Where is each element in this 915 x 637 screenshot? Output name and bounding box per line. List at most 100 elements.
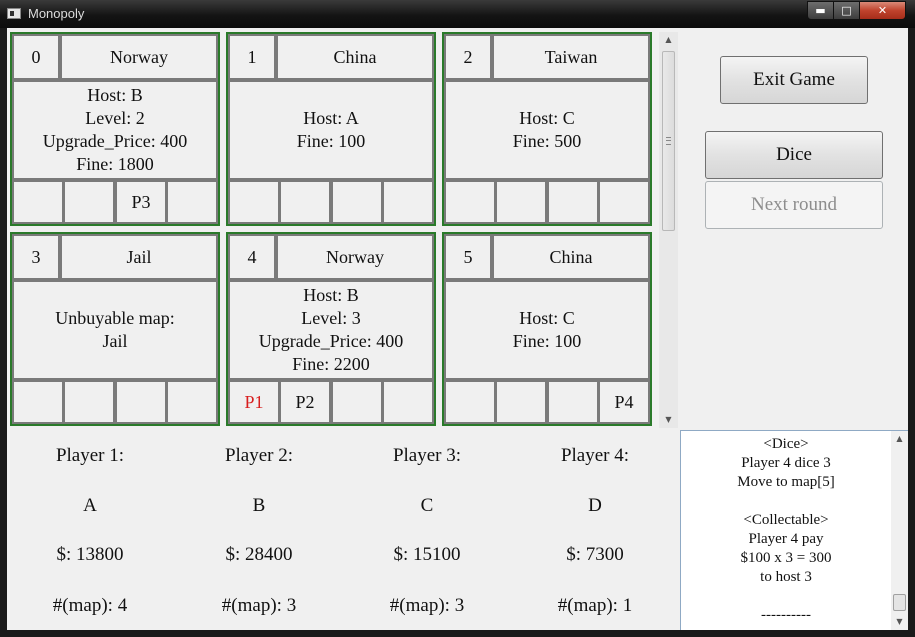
- tile-info-line: Fine: 100: [512, 331, 582, 351]
- next-round-button[interactable]: Next round: [705, 181, 883, 229]
- tile-info-line: Fine: 100: [296, 131, 366, 151]
- player-slot: [547, 380, 599, 424]
- map-tile: 5 China Host: C Fine: 100 P4: [442, 232, 652, 426]
- player-label: Player 2:: [224, 445, 294, 466]
- window-frame-bottom: [0, 630, 915, 637]
- player-slot: [279, 180, 331, 224]
- tile-index: 1: [228, 34, 276, 80]
- player-money: $: 15100: [393, 544, 461, 565]
- tile-info: Host: C Fine: 100: [444, 280, 650, 380]
- map-tile: 1 China Host: A Fine: 100: [226, 32, 436, 226]
- player-name: B: [252, 495, 266, 516]
- tile-name: China: [492, 234, 650, 280]
- tile-name: Norway: [60, 34, 218, 80]
- player-slot: [63, 380, 115, 424]
- maximize-button[interactable]: □: [833, 1, 860, 20]
- log-line: Player 4 pay: [748, 531, 824, 547]
- log-line: <Dice>: [763, 436, 809, 452]
- player-slot: [228, 180, 280, 224]
- players-panel: Player 1: A $: 13800 #(map): 4 Player 2:…: [7, 430, 679, 630]
- tile-index: 3: [12, 234, 60, 280]
- player-slot: [598, 180, 650, 224]
- player-slot: [382, 180, 434, 224]
- tile-info-line: Host: C: [519, 108, 575, 128]
- player-slot: [12, 180, 64, 224]
- tile-info-line: Fine: 1800: [76, 154, 154, 174]
- player-name: C: [420, 495, 434, 516]
- tile-info-line: Host: B: [87, 85, 143, 105]
- player-slot: [115, 380, 167, 424]
- tile-index: 2: [444, 34, 492, 80]
- dice-button[interactable]: Dice: [705, 131, 883, 179]
- tile-index: 0: [12, 34, 60, 80]
- player-info: Player 4: D $: 7300 #(map): 1: [515, 430, 675, 630]
- tile-name: China: [276, 34, 434, 80]
- scroll-down-arrow-icon[interactable]: ▼: [891, 614, 908, 630]
- tile-info-line: Fine: 500: [512, 131, 582, 151]
- scroll-thumb[interactable]: [893, 594, 906, 611]
- tile-info-line: Unbuyable map:: [55, 308, 175, 328]
- minimize-button[interactable]: ▬: [807, 1, 834, 20]
- player-map-count: #(map): 3: [389, 595, 465, 616]
- log-text: <Dice> Player 4 dice 3 Move to map[5] <C…: [681, 435, 891, 625]
- player-info: Player 2: B $: 28400 #(map): 3: [179, 430, 339, 630]
- scroll-down-arrow-icon[interactable]: ▼: [659, 412, 678, 428]
- player-slot: P4: [598, 380, 650, 424]
- player-name: D: [588, 495, 602, 516]
- log-line: Move to map[5]: [737, 474, 835, 490]
- close-button[interactable]: ✕: [859, 1, 906, 20]
- log-scrollbar[interactable]: ▲ ▼: [891, 431, 908, 630]
- player-slot: [444, 380, 496, 424]
- player-slot: P3: [115, 180, 167, 224]
- player-slot: P2: [279, 380, 331, 424]
- player-map-count: #(map): 1: [557, 595, 633, 616]
- tile-index: 5: [444, 234, 492, 280]
- scroll-up-arrow-icon[interactable]: ▲: [891, 431, 908, 447]
- game-board: 0 Norway Host: B Level: 2 Upgrade_Price:…: [10, 32, 658, 428]
- tile-info-line: Host: A: [303, 108, 359, 128]
- player-label: Player 4:: [560, 445, 630, 466]
- board-scrollbar[interactable]: ▲ ▼: [659, 32, 678, 428]
- window-title: Monopoly: [28, 6, 85, 21]
- player-map-count: #(map): 4: [52, 595, 128, 616]
- scroll-thumb[interactable]: [662, 51, 675, 231]
- player-label: Player 1:: [55, 445, 125, 466]
- tile-info: Host: A Fine: 100: [228, 80, 434, 180]
- player-slot-current: P1: [228, 380, 280, 424]
- map-tile: 2 Taiwan Host: C Fine: 500: [442, 32, 652, 226]
- tile-name: Jail: [60, 234, 218, 280]
- log-line: to host 3: [760, 569, 812, 585]
- player-map-count: #(map): 3: [221, 595, 297, 616]
- player-slot: [63, 180, 115, 224]
- tile-name: Taiwan: [492, 34, 650, 80]
- player-info: Player 3: C $: 15100 #(map): 3: [347, 430, 507, 630]
- client-area: 0 Norway Host: B Level: 2 Upgrade_Price:…: [7, 28, 908, 630]
- log-line: <Collectable>: [743, 512, 829, 528]
- player-slot: [495, 380, 547, 424]
- player-label: Player 3:: [392, 445, 462, 466]
- tile-info-line: Upgrade_Price: 400: [258, 331, 404, 351]
- player-money: $: 13800: [56, 544, 124, 565]
- player-slot: [166, 380, 218, 424]
- grip-icon: [666, 137, 671, 145]
- tile-index: 4: [228, 234, 276, 280]
- title-bar[interactable]: Monopoly ▬ □ ✕: [0, 0, 915, 28]
- player-slot: [12, 380, 64, 424]
- player-slot: [547, 180, 599, 224]
- game-log[interactable]: <Dice> Player 4 dice 3 Move to map[5] <C…: [680, 430, 908, 630]
- log-line: ----------: [761, 607, 811, 623]
- log-line: $100 x 3 = 300: [740, 550, 832, 566]
- tile-info-line: Host: C: [519, 308, 575, 328]
- player-slot: [382, 380, 434, 424]
- window-frame-left: [0, 28, 7, 637]
- player-slot: [495, 180, 547, 224]
- tile-info: Host: C Fine: 500: [444, 80, 650, 180]
- exit-game-button[interactable]: Exit Game: [720, 56, 868, 104]
- scroll-up-arrow-icon[interactable]: ▲: [659, 32, 678, 48]
- tile-info-line: Level: 2: [85, 108, 145, 128]
- map-tile: 0 Norway Host: B Level: 2 Upgrade_Price:…: [10, 32, 220, 226]
- tile-info-line: Upgrade_Price: 400: [42, 131, 188, 151]
- tile-info-line: Level: 3: [301, 308, 361, 328]
- player-info: Player 1: A $: 13800 #(map): 4: [10, 430, 170, 630]
